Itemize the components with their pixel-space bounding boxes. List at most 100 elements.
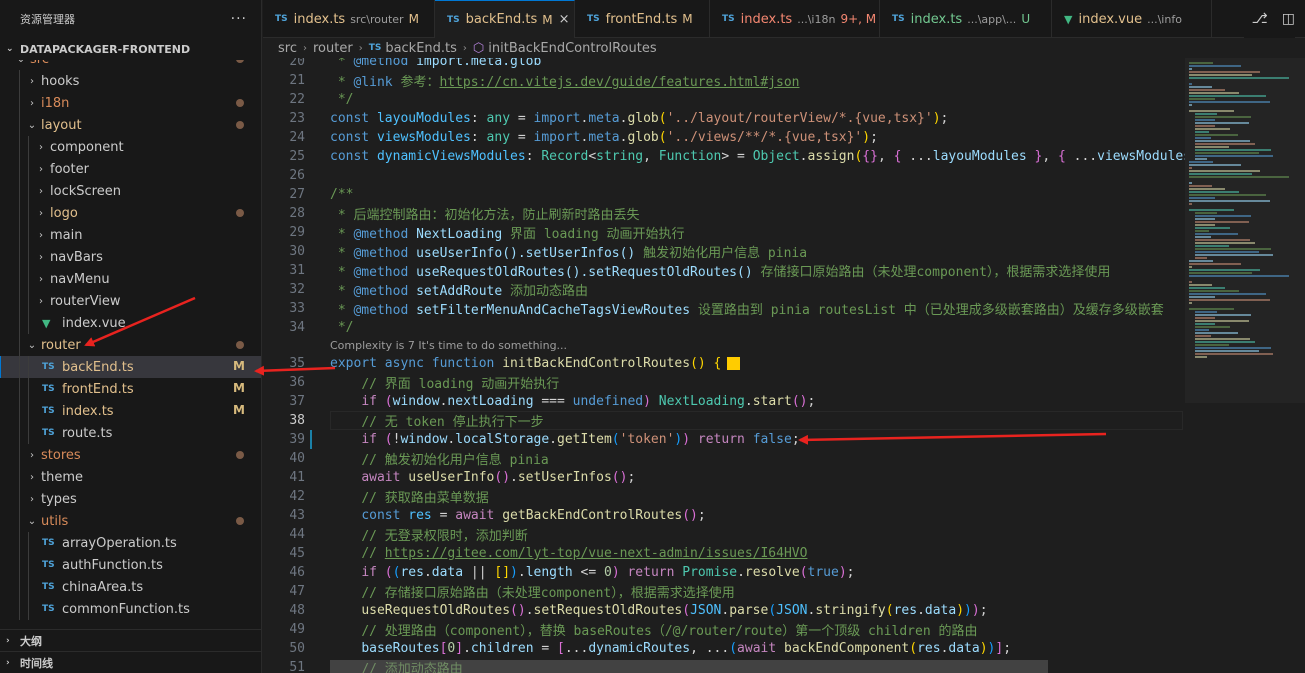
code-line: 22 */ (263, 90, 1183, 109)
tree-file-backEnd-ts[interactable]: TS backEnd.ts M (0, 356, 261, 378)
tree-folder-theme[interactable]: › theme (0, 466, 261, 488)
gutter[interactable] (305, 392, 330, 411)
editor-tab-index-ts[interactable]: TS index.ts src\router M (263, 0, 435, 38)
gutter[interactable] (305, 620, 330, 639)
tree-folder-hooks[interactable]: › hooks (0, 70, 261, 92)
breadcrumb-item-file[interactable]: backEnd.ts (385, 41, 457, 56)
gutter[interactable] (305, 411, 330, 430)
gutter[interactable] (305, 449, 330, 468)
gutter[interactable] (305, 223, 330, 242)
gutter[interactable] (305, 71, 330, 90)
gutter[interactable] (305, 544, 330, 563)
tree-file-frontEnd-ts[interactable]: TS frontEnd.ts M (0, 378, 261, 400)
editor-tab-backEnd-ts[interactable]: TS backEnd.ts M × (435, 0, 575, 38)
tree-folder-main[interactable]: › main (0, 224, 261, 246)
gutter[interactable] (305, 147, 330, 166)
gutter[interactable] (305, 128, 330, 147)
tree-folder-navBars[interactable]: › navBars (0, 246, 261, 268)
gutter[interactable] (305, 261, 330, 280)
gutter[interactable] (305, 563, 330, 582)
code-token: assign (807, 149, 855, 164)
editor-tab-frontEnd-ts[interactable]: TS frontEnd.ts M (575, 0, 710, 38)
code-token: ; (846, 565, 855, 580)
modified-line-indicator[interactable] (310, 430, 312, 449)
tree-folder-i18n[interactable]: › i18n (0, 92, 261, 114)
gutter[interactable] (305, 430, 330, 449)
tree-item-label: hooks (41, 73, 80, 89)
tree-folder-types[interactable]: › types (0, 488, 261, 510)
minimap-line (1189, 167, 1192, 169)
breadcrumb-item-symbol[interactable]: initBackEndControlRoutes (488, 41, 656, 56)
minimap-line (1195, 236, 1212, 238)
gutter[interactable] (305, 166, 330, 185)
timeline-panel-header[interactable]: › 时间线 (0, 651, 261, 673)
gutter[interactable] (305, 242, 330, 261)
lightbulb-icon[interactable] (727, 357, 741, 370)
tree-folder-layout[interactable]: ⌄ layout (0, 114, 261, 136)
editor-tab-index-ts[interactable]: TS index.ts ...\i18n 9+, M (710, 0, 880, 38)
tree-folder-routerView[interactable]: › routerView (0, 290, 261, 312)
minimap-line (1189, 71, 1261, 73)
breadcrumb-item-src[interactable]: src (278, 41, 297, 56)
indent-guide (19, 400, 20, 422)
tree-file-chinaArea-ts[interactable]: TS chinaArea.ts (0, 576, 261, 598)
gutter[interactable] (305, 582, 330, 601)
line-number: 42 (289, 489, 305, 504)
tree-folder-router[interactable]: ⌄ router (0, 334, 261, 356)
minimap-line (1195, 152, 1259, 154)
gutter[interactable] (305, 601, 330, 620)
gutter[interactable] (305, 525, 330, 544)
gutter[interactable] (305, 506, 330, 525)
gutter[interactable] (305, 280, 330, 299)
gutter[interactable] (305, 109, 330, 128)
tree-folder-navMenu[interactable]: › navMenu (0, 268, 261, 290)
gutter[interactable] (305, 468, 330, 487)
chevron-right-icon: › (39, 251, 43, 263)
gutter[interactable] (305, 318, 330, 337)
tree-file-authFunction-ts[interactable]: TS authFunction.ts (0, 554, 261, 576)
gutter[interactable] (305, 58, 330, 71)
tree-folder-utils[interactable]: ⌄ utils (0, 510, 261, 532)
tab-label: index.ts (293, 11, 346, 27)
tree-item-label: index.vue (62, 315, 126, 331)
code-token: ) (979, 641, 988, 656)
minimap-line (1195, 212, 1217, 214)
editor-tab-index-ts[interactable]: TS index.ts ...\app\... U (880, 0, 1052, 38)
tree-folder-component[interactable]: › component (0, 136, 261, 158)
indent-guide (19, 598, 20, 620)
compare-icon[interactable]: ⎇ (1252, 11, 1268, 27)
outline-panel-header[interactable]: › 大纲 (0, 629, 261, 651)
gutter[interactable] (305, 373, 330, 392)
tree-folder-stores[interactable]: › stores (0, 444, 261, 466)
tree-file-route-ts[interactable]: TS route.ts (0, 422, 261, 444)
tree-file-arrayOperation-ts[interactable]: TS arrayOperation.ts (0, 532, 261, 554)
gutter[interactable] (305, 354, 330, 373)
gutter[interactable] (305, 658, 330, 673)
file-tree: ⌄src›hooks›i18n⌄layout›component›footer›… (0, 60, 261, 628)
gutter[interactable] (305, 90, 330, 109)
indent-guide (28, 554, 29, 576)
minimap[interactable] (1185, 58, 1305, 673)
tree-file-commonFunction-ts[interactable]: TS commonFunction.ts (0, 598, 261, 620)
tree-folder-src[interactable]: ⌄src (0, 60, 261, 70)
gutter[interactable] (305, 204, 330, 223)
close-icon[interactable]: × (559, 12, 570, 27)
tree-folder-footer[interactable]: › footer (0, 158, 261, 180)
gutter[interactable] (305, 299, 330, 318)
gutter[interactable] (305, 185, 330, 204)
project-root[interactable]: ⌄ DATAPACKAGER-FRONTEND (0, 38, 261, 60)
tree-file-index-vue[interactable]: ▼ index.vue (0, 312, 261, 334)
split-editor-icon[interactable]: ◫ (1282, 11, 1295, 27)
ellipsis-icon[interactable]: ··· (231, 11, 247, 27)
tree-folder-lockScreen[interactable]: › lockScreen (0, 180, 261, 202)
gutter[interactable] (305, 487, 330, 506)
editor-tab-index-vue[interactable]: ▼ index.vue ...\info (1052, 0, 1212, 38)
gutter[interactable] (305, 639, 330, 658)
code-editor[interactable]: 20 * @method import.meta.glob 21 * @link … (263, 58, 1305, 673)
code-line: 24 const viewsModules: any = import.meta.… (263, 128, 1183, 147)
breadcrumb-item-router[interactable]: router (313, 41, 353, 56)
codelens-text[interactable]: Complexity is 7 It's time to do somethin… (330, 339, 567, 352)
tree-folder-logo[interactable]: › logo (0, 202, 261, 224)
horizontal-scrollbar[interactable] (330, 660, 1048, 673)
tree-file-index-ts[interactable]: TS index.ts M (0, 400, 261, 422)
